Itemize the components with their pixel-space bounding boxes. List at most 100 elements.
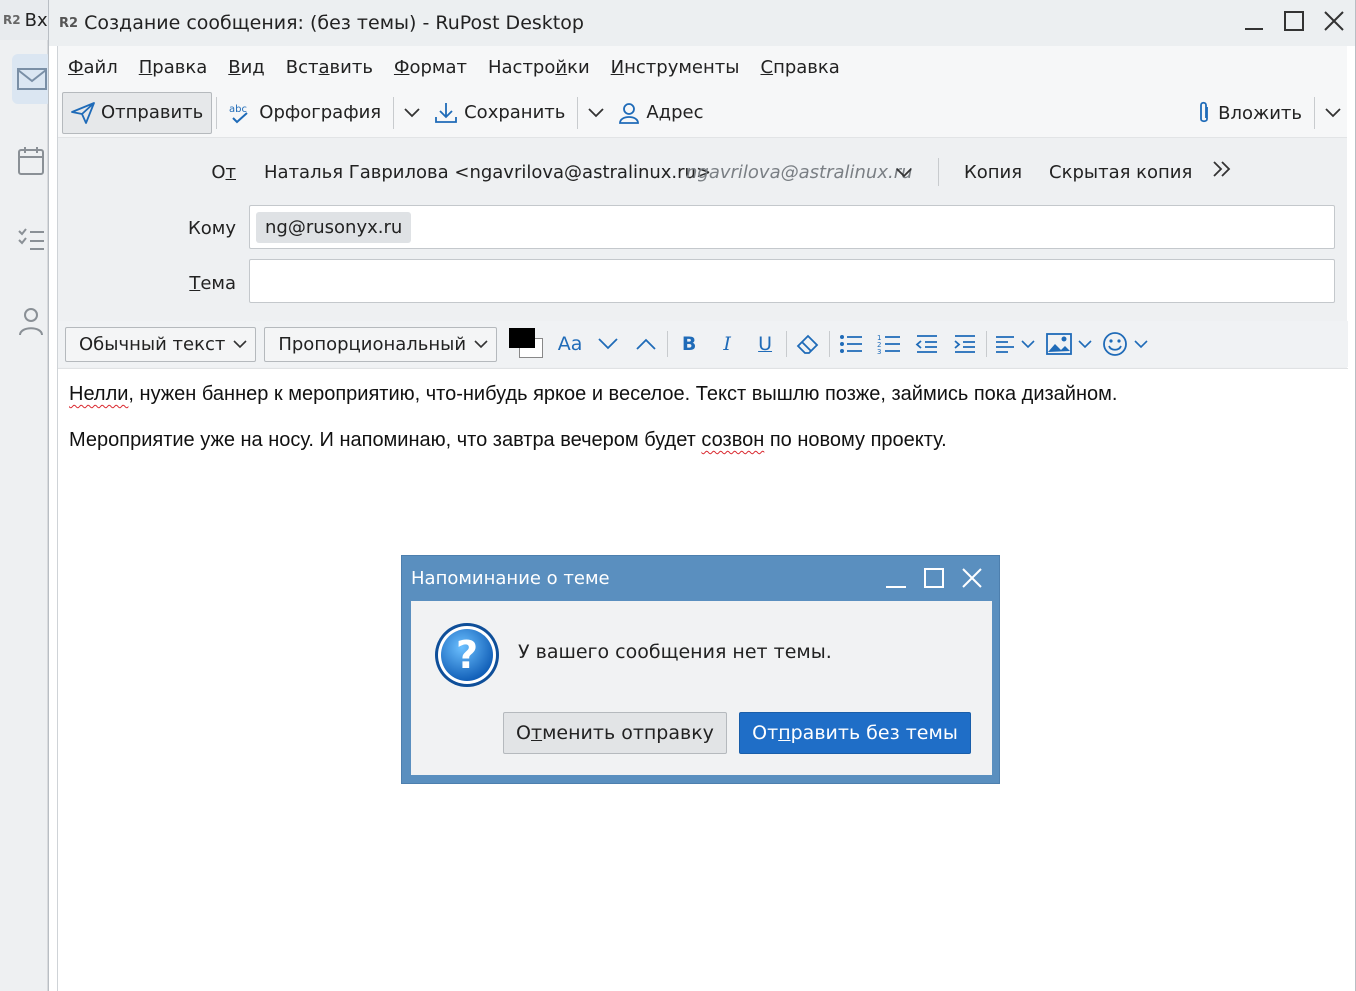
background-app-titlebar: R2 Вх [0, 0, 48, 40]
paragraph-style-value: Обычный текст [79, 333, 226, 355]
formatting-toolbar: Обычный текст Пропорциональный Aa B I U [58, 321, 1348, 367]
chevron-up-icon [636, 338, 656, 350]
indent-button[interactable] [946, 327, 984, 361]
paragraph-style-select[interactable]: Обычный текст [65, 326, 257, 362]
toolbar-separator [393, 96, 395, 129]
compose-toolbar: Отправить abc Орфография Сохранить Адрес [58, 88, 1347, 138]
attach-dropdown-button[interactable] [1319, 92, 1347, 134]
svg-text:abc: abc [229, 104, 247, 115]
indent-icon [954, 335, 976, 353]
font-size-button[interactable]: Aa [551, 327, 589, 361]
dialog-body: ? У вашего сообщения нет темы. От менить … [411, 601, 992, 775]
to-field[interactable]: ng@rusonyx.ru [249, 205, 1335, 249]
chevron-down-icon [474, 339, 488, 348]
chevron-down-icon [588, 107, 604, 117]
address-button[interactable]: Адрес [610, 92, 711, 134]
maximize-button[interactable] [1281, 8, 1307, 34]
dialog-close-button[interactable] [961, 567, 983, 594]
toolbar-separator [216, 96, 218, 129]
body-paragraph-1: Нелли, нужен баннер к мероприятию, что-н… [69, 383, 1118, 405]
minimize-icon [1245, 28, 1263, 30]
align-button[interactable] [989, 327, 1041, 361]
from-value[interactable]: Наталья Гаврилова <ngavrilova@astralinux… [264, 162, 711, 183]
chevron-down-icon [233, 339, 247, 348]
save-button[interactable]: Сохранить [426, 92, 573, 134]
mail-icon[interactable] [12, 54, 52, 104]
tasks-icon[interactable] [14, 222, 48, 256]
dialog-window-controls [885, 567, 983, 594]
address-label: Адрес [646, 102, 704, 123]
close-button[interactable] [1321, 8, 1347, 34]
compose-content: Файл Правка Вид Вставить Формат Настройк… [57, 46, 1348, 991]
italic-button[interactable]: I [708, 327, 746, 361]
font-family-select[interactable]: Пропорциональный [264, 326, 498, 362]
misspelled-word[interactable]: созвон [701, 429, 764, 451]
dialog-minimize-button[interactable] [885, 567, 907, 594]
menu-edit[interactable]: Правка [139, 57, 208, 78]
save-dropdown-button[interactable] [582, 92, 610, 134]
window-title: Создание сообщения: (без темы) - RuPost … [84, 12, 584, 34]
subject-input[interactable] [249, 259, 1335, 303]
image-icon [1046, 333, 1072, 355]
close-icon [1324, 11, 1344, 31]
format-separator [986, 331, 988, 357]
bold-button[interactable]: B [670, 327, 708, 361]
menu-settings[interactable]: Настройки [488, 57, 590, 78]
attach-button[interactable]: Вложить [1188, 92, 1310, 134]
background-sidebar [0, 40, 52, 991]
contacts-icon[interactable] [14, 304, 48, 338]
foreground-color-swatch[interactable] [509, 328, 536, 348]
text-color-picker[interactable] [507, 326, 551, 362]
from-identity[interactable]: ngavrilova@astralinux.ru [686, 162, 913, 183]
decrease-size-button[interactable] [589, 327, 627, 361]
spelling-button[interactable]: abc Орфография [221, 92, 389, 134]
cc-button[interactable]: Копия [964, 162, 1022, 183]
menu-help[interactable]: Справка [760, 57, 839, 78]
chevron-down-icon [1078, 339, 1092, 348]
recipient-chip[interactable]: ng@rusonyx.ru [256, 212, 412, 243]
window-controls [1241, 8, 1347, 34]
chevron-down-icon [598, 338, 618, 350]
menu-tools[interactable]: Инструменты [611, 57, 740, 78]
svg-text:?: ? [456, 633, 478, 677]
insert-image-button[interactable] [1041, 327, 1097, 361]
bulleted-list-button[interactable] [832, 327, 870, 361]
send-without-subject-button[interactable]: От п равить без темы [739, 712, 971, 754]
numbered-list-button[interactable]: 123 [870, 327, 908, 361]
minimize-button[interactable] [1241, 8, 1267, 34]
clear-formatting-button[interactable] [789, 327, 827, 361]
menu-file[interactable]: Файл [68, 57, 118, 78]
numbered-list-icon: 123 [877, 334, 901, 354]
body-paragraph-2: Мероприятие уже на носу. И напоминаю, чт… [69, 429, 947, 451]
chevron-down-icon [1134, 339, 1148, 348]
from-dropdown-button[interactable] [896, 162, 912, 183]
eraser-icon [796, 334, 819, 354]
dialog-maximize-button[interactable] [923, 567, 945, 594]
window-titlebar[interactable]: R2 Создание сообщения: (без темы) - RuPo… [49, 0, 1355, 46]
from-label: От [211, 162, 236, 183]
send-button[interactable]: Отправить [62, 91, 213, 134]
bcc-button[interactable]: Скрытая копия [1049, 162, 1192, 183]
cancel-send-button[interactable]: От менить отправку [503, 712, 727, 754]
chevron-down-icon [896, 168, 912, 178]
maximize-icon [1284, 11, 1304, 31]
dialog-message: У вашего сообщения нет темы. [518, 641, 832, 663]
misspelled-word[interactable]: Нелли [69, 383, 128, 405]
increase-size-button[interactable] [627, 327, 665, 361]
menu-format[interactable]: Формат [394, 57, 467, 78]
underline-button[interactable]: U [746, 327, 784, 361]
toolbar-separator [1314, 97, 1315, 129]
more-headers-button[interactable] [1212, 160, 1232, 183]
subject-reminder-dialog: Напоминание о теме ? У вашего сообщения … [401, 555, 1000, 784]
calendar-icon[interactable] [14, 144, 48, 178]
spelling-dropdown-button[interactable] [398, 92, 426, 134]
maximize-icon [924, 568, 944, 588]
dialog-titlebar[interactable]: Напоминание о теме [402, 556, 999, 600]
menu-insert[interactable]: Вставить [286, 57, 373, 78]
outdent-button[interactable] [908, 327, 946, 361]
menubar: Файл Правка Вид Вставить Формат Настройк… [58, 46, 1347, 88]
menu-view[interactable]: Вид [228, 57, 265, 78]
paperclip-icon [1200, 101, 1209, 123]
insert-emoji-button[interactable] [1097, 327, 1153, 361]
svg-text:3: 3 [877, 348, 881, 354]
